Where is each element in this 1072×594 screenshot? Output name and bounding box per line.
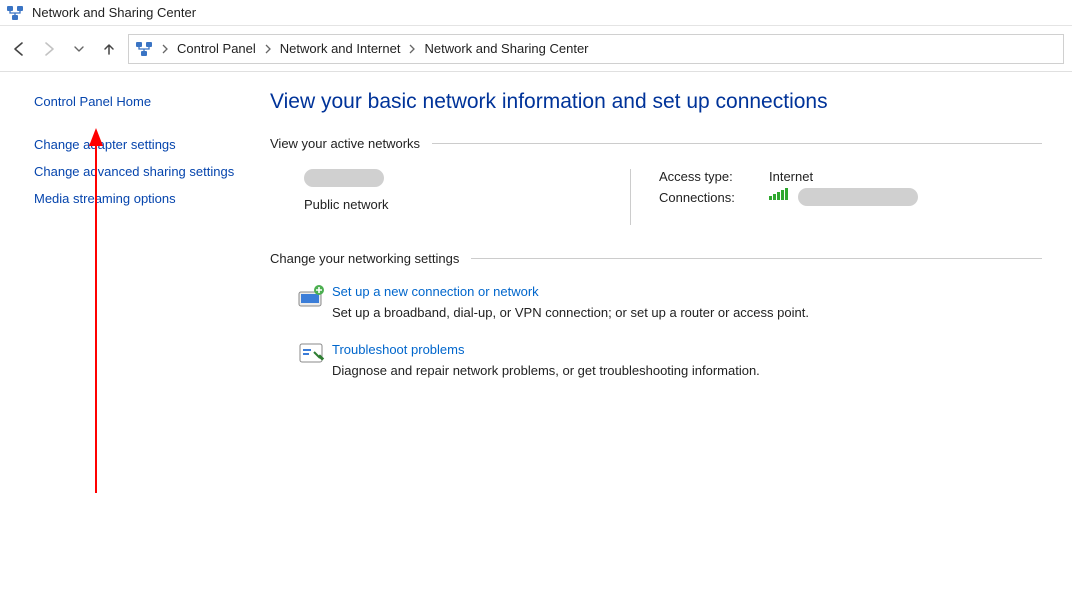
section-change-settings-header: Change your networking settings (270, 251, 1042, 266)
sidebar-media-streaming-link[interactable]: Media streaming options (34, 191, 246, 208)
connections-key: Connections: (659, 190, 769, 205)
connections-value[interactable] (769, 188, 918, 206)
nav-back-button[interactable] (8, 38, 30, 60)
sidebar-adapter-settings-link[interactable]: Change adapter settings (34, 137, 246, 154)
nav-recent-dropdown[interactable] (68, 38, 90, 60)
new-connection-icon (297, 284, 327, 320)
content: View your basic network information and … (260, 72, 1072, 594)
troubleshoot-item: Troubleshoot problems Diagnose and repai… (292, 342, 1042, 378)
network-type-label: Public network (304, 197, 630, 212)
breadcrumb-item[interactable]: Network and Sharing Center (424, 41, 588, 56)
connection-name-redacted (798, 188, 918, 206)
chevron-right-icon (408, 44, 416, 54)
section-label: Change your networking settings (270, 251, 459, 266)
active-networks-panel: Public network Access type: Internet Con… (290, 169, 1042, 225)
nav-up-button[interactable] (98, 38, 120, 60)
sidebar-home-link[interactable]: Control Panel Home (34, 94, 246, 111)
access-type-value: Internet (769, 169, 813, 184)
chevron-right-icon (161, 44, 169, 54)
chevron-right-icon (264, 44, 272, 54)
address-icon (135, 40, 153, 58)
troubleshoot-desc: Diagnose and repair network problems, or… (332, 363, 760, 378)
window-title: Network and Sharing Center (32, 5, 196, 20)
network-summary: Public network (290, 169, 630, 225)
sidebar-advanced-sharing-link[interactable]: Change advanced sharing settings (34, 164, 246, 181)
sidebar: Control Panel Home Change adapter settin… (0, 72, 260, 594)
divider (432, 143, 1042, 144)
troubleshoot-link[interactable]: Troubleshoot problems (332, 342, 760, 357)
section-label: View your active networks (270, 136, 420, 151)
divider (630, 169, 631, 225)
titlebar: Network and Sharing Center (0, 0, 1072, 26)
annotation-arrow-icon (86, 128, 106, 498)
troubleshoot-icon (298, 342, 326, 378)
address-bar[interactable]: Control Panel Network and Internet Netwo… (128, 34, 1064, 64)
setup-connection-link[interactable]: Set up a new connection or network (332, 284, 809, 299)
setup-connection-item: Set up a new connection or network Set u… (292, 284, 1042, 320)
setup-connection-desc: Set up a broadband, dial-up, or VPN conn… (332, 305, 809, 320)
breadcrumb-item[interactable]: Control Panel (177, 41, 256, 56)
navbar: Control Panel Network and Internet Netwo… (0, 26, 1072, 72)
nav-forward-button[interactable] (38, 38, 60, 60)
section-active-networks-header: View your active networks (270, 136, 1042, 151)
network-center-icon (6, 4, 24, 22)
network-name-redacted (304, 169, 384, 187)
divider (471, 258, 1042, 259)
page-title: View your basic network information and … (270, 90, 1042, 114)
wifi-signal-icon (769, 188, 788, 200)
network-details: Access type: Internet Connections: (659, 169, 918, 225)
breadcrumb-item[interactable]: Network and Internet (280, 41, 401, 56)
access-type-key: Access type: (659, 169, 769, 184)
